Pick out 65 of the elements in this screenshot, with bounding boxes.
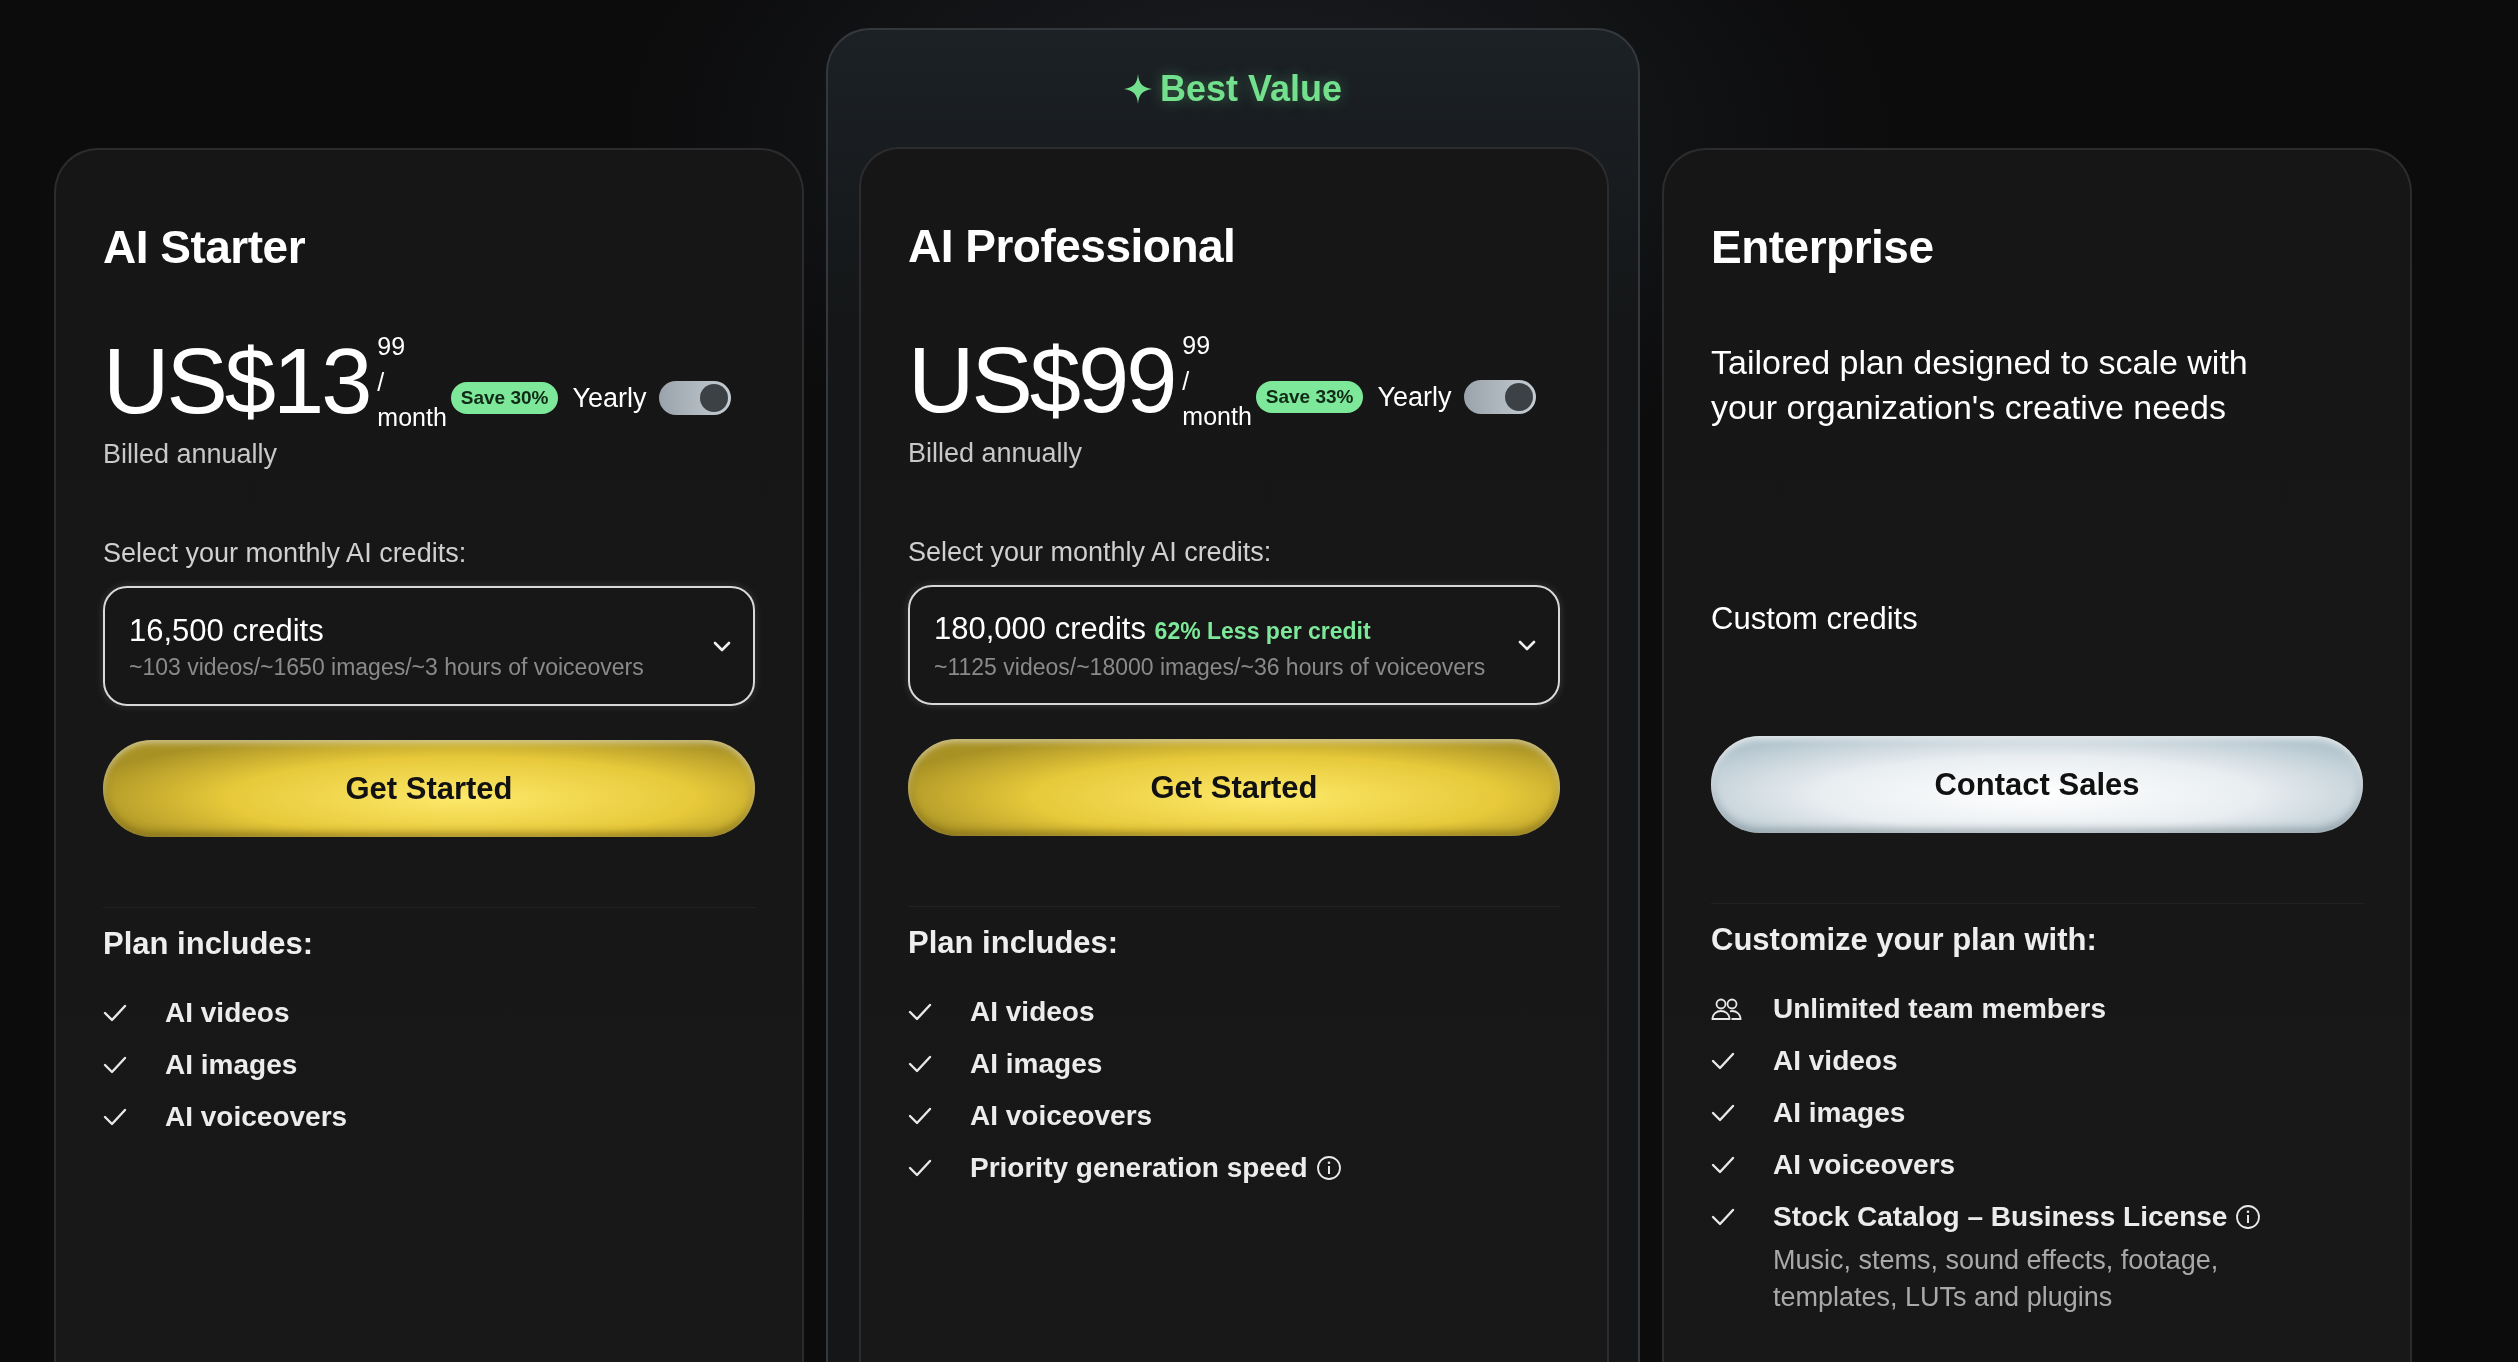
billing-label: Yearly [572,382,647,414]
price: US$13 [103,331,370,431]
feature-label: AI voiceovers [165,1100,348,1134]
features-heading: Plan includes: [908,924,1119,962]
get-started-button[interactable]: Get Started [908,739,1560,836]
credits-label: Select your monthly AI credits: [908,536,1272,569]
features-heading: Plan includes: [103,925,314,963]
feature-label: AI voiceovers [1773,1148,1956,1182]
check-icon [103,1108,127,1126]
feature-label: AI images [1773,1096,1906,1130]
check-icon [908,1003,932,1021]
feature-label: Unlimited team members [1773,992,2106,1026]
plan-title: AI Starter [103,220,306,275]
price-cents: 99 [377,333,406,360]
info-icon[interactable] [2235,1204,2262,1230]
get-started-button[interactable]: Get Started [103,740,755,837]
plan-title: AI Professional [908,219,1236,274]
info-icon[interactable] [1315,1155,1342,1181]
save-badge: Save 33% [1255,381,1364,413]
credits-dropdown[interactable]: 180,000 credits 62% Less per credit ~1125 videos/~18000 images/~36 hours of voiceovers [908,585,1560,705]
check-icon [908,1159,932,1177]
feature-label: Stock Catalog – Business License [1773,1200,2228,1234]
check-icon [1711,1104,1735,1122]
billing-note: Billed annually [908,437,1083,470]
check-icon [103,1004,127,1022]
price-period: month [1182,403,1252,430]
credits-dropdown[interactable]: 16,500 credits ~103 videos/~1650 images/~3 hours of voiceovers [103,586,755,706]
check-icon [908,1055,932,1073]
billing-toggle[interactable] [658,381,731,415]
credits-value: 180,000 credits 62% Less per credit [934,609,1371,648]
credits-note: Custom credits [1711,600,1918,638]
check-icon [1711,1208,1735,1226]
price-slash: / [377,368,385,396]
features-heading: Customize your plan with: [1711,921,2097,959]
check-icon [103,1056,127,1074]
check-icon [908,1107,932,1125]
plan-title: Enterprise [1711,220,1934,275]
feature-label: AI images [165,1048,298,1082]
price: US$99 [908,330,1175,430]
credits-value: 16,500 credits [129,611,324,650]
best-value-label: Best Value [1159,67,1343,110]
save-badge: Save 30% [450,382,559,414]
billing-toggle[interactable] [1463,380,1536,414]
price-slash: / [1182,367,1190,395]
chevron-down-icon [713,640,731,652]
check-icon [1711,1156,1735,1174]
feature-note: Music, stems, sound effects, footage, templates, LUTs and plugins [1773,1244,2220,1314]
feature-label: Priority generation speed [970,1151,1308,1185]
feature-label: AI images [970,1047,1103,1081]
billing-label: Yearly [1377,381,1452,413]
people-icon [1711,997,1743,1021]
feature-label: AI voiceovers [970,1099,1153,1133]
price-period: month [377,404,447,431]
credits-details: ~1125 videos/~18000 images/~36 hours of voiceovers [934,653,1486,681]
credits-details: ~103 videos/~1650 images/~3 hours of voiceovers [129,653,644,681]
feature-label: AI videos [165,996,290,1030]
credits-label: Select your monthly AI credits: [103,537,467,570]
contact-sales-button[interactable]: Contact Sales [1711,736,2363,833]
billing-note: Billed annually [103,438,278,471]
feature-label: AI videos [970,995,1095,1029]
price-cents: 99 [1182,332,1211,359]
plan-description: Tailored plan designed to scale with your organization's creative needs [1711,342,2249,428]
feature-label: AI videos [1773,1044,1898,1078]
chevron-down-icon [1518,639,1536,651]
check-icon [1711,1052,1735,1070]
